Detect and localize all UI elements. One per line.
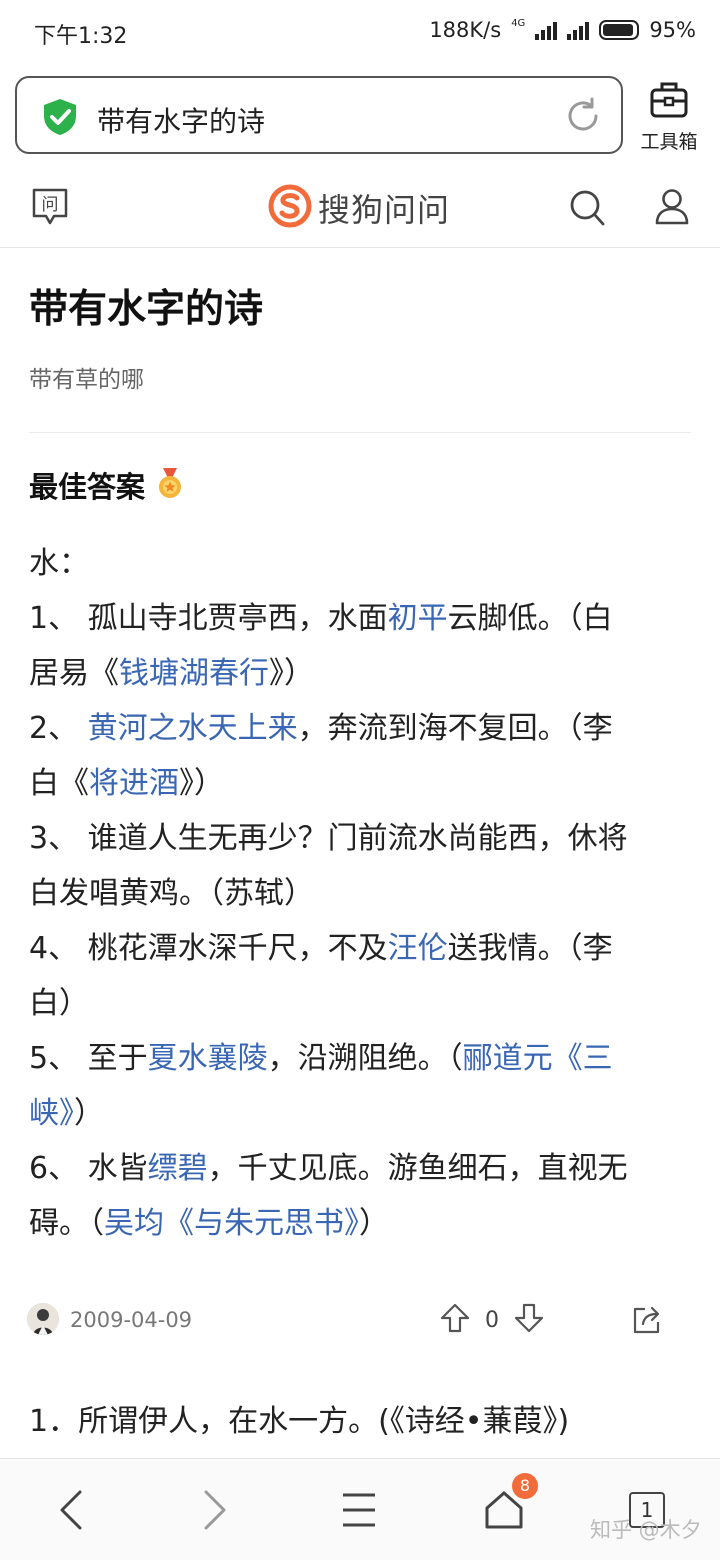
answer-line: 4、 桃花潭水深千尺，不及汪伦送我情。（李 — [29, 921, 691, 976]
svg-text:问: 问 — [42, 195, 59, 215]
question-title: 带有水字的诗 — [29, 287, 264, 332]
bottom-nav: 8 1 — [0, 1458, 720, 1560]
divider — [29, 432, 691, 433]
medal-icon — [155, 466, 185, 504]
answer-link[interactable]: 钱塘湖春行 — [119, 656, 269, 691]
answer-text: ，奔流到海不复回。（李 — [297, 711, 613, 746]
answer-link[interactable]: 缥碧 — [148, 1151, 208, 1186]
best-answer-label: 最佳答案 — [29, 470, 146, 504]
answer-text: 送我情。（李 — [447, 931, 613, 966]
menu-icon[interactable] — [340, 1489, 378, 1535]
answer-link[interactable]: 初平 — [388, 601, 448, 636]
answer-line: 居易《钱塘湖春行》） — [29, 646, 691, 701]
answer-line: 5、 至于夏水襄陵，沿溯阻绝。（郦道元《三 — [29, 1031, 691, 1086]
battery-icon — [599, 20, 640, 40]
status-bar: 下午1:32 188K/s 4G 95% — [0, 0, 720, 64]
site-header: 问 搜狗问问 — [0, 166, 720, 248]
forward-icon[interactable] — [200, 1489, 230, 1535]
best-answer-heading: 最佳答案 — [29, 464, 185, 506]
answer-text: 居易《 — [29, 656, 119, 691]
logo-text: 搜狗问问 — [318, 191, 451, 229]
answer-link[interactable]: 吴均《与朱元思书》 — [104, 1206, 359, 1241]
answer-text: ） — [359, 1206, 389, 1241]
toolbox-label: 工具箱 — [640, 131, 698, 153]
answer-intro: 水： — [29, 546, 89, 581]
answer-line: 3、 谁道人生无再少？门前流水尚能西，休将 — [29, 811, 691, 866]
home-badge: 8 — [512, 1473, 538, 1499]
answer-link[interactable]: 汪伦 — [388, 931, 448, 966]
answer-text: 白） — [29, 986, 89, 1021]
downvote-icon[interactable] — [513, 1302, 545, 1338]
answer-link[interactable]: 峡》 — [29, 1096, 74, 1131]
answer-line: 2、 黄河之水天上来，奔流到海不复回。（李 — [29, 701, 691, 756]
answer-text: 2、 — [29, 711, 88, 746]
answer-link[interactable]: 黄河之水天上来 — [88, 711, 298, 746]
shield-check-icon — [41, 97, 79, 141]
answer-link[interactable]: 将进酒 — [89, 766, 179, 801]
answer-link[interactable]: 夏水襄陵 — [148, 1041, 268, 1076]
toolbox-icon — [649, 80, 689, 124]
net-speed: 188K/s — [429, 18, 502, 42]
answer-line: 1、 孤山寺北贾亭西，水面初平云脚低。（白 — [29, 591, 691, 646]
answer-text: ，千丈见底。游鱼细石，直视无 — [207, 1151, 628, 1186]
sogou-wenwen-logo[interactable]: 搜狗问问 — [268, 184, 450, 232]
answer-text: 5、 至于 — [29, 1041, 148, 1076]
answer-meta: 2009-04-09 0 — [27, 1300, 693, 1340]
answer-line: 白发唱黄鸡。（苏轼） — [29, 866, 691, 921]
answer-text: 1、 孤山寺北贾亭西，水面 — [29, 601, 388, 636]
answer-line: 6、 水皆缥碧，千丈见底。游鱼细石，直视无 — [29, 1141, 691, 1196]
reload-icon[interactable] — [563, 96, 603, 140]
answer-text: 3、 谁道人生无再少？门前流水尚能西，休将 — [29, 821, 628, 856]
question-subtitle: 带有草的哪 — [29, 367, 144, 393]
answer-text: 4、 桃花潭水深千尺，不及 — [29, 931, 388, 966]
answer-line: 峡》） — [29, 1086, 691, 1141]
answer-text: 》） — [269, 656, 314, 691]
answer-text: ，沿溯阻绝。（ — [267, 1041, 463, 1076]
avatar[interactable] — [27, 1303, 59, 1335]
answer-lines: 1、 孤山寺北贾亭西，水面初平云脚低。（白 居易《钱塘湖春行》） 2、 黄河之水天上… — [29, 591, 691, 1251]
answer-text: 》） — [179, 766, 224, 801]
answer-text: ） — [74, 1096, 104, 1131]
signal-icon-2 — [567, 20, 590, 40]
address-bar[interactable]: 带有水字的诗 — [15, 76, 623, 154]
upvote-icon[interactable] — [439, 1302, 471, 1338]
back-icon[interactable] — [56, 1489, 86, 1535]
best-answer-body: 水： 1、 孤山寺北贾亭西，水面初平云脚低。（白 居易《钱塘湖春行》） 2、 黄河之… — [29, 536, 691, 1251]
answer-line: 白） — [29, 976, 691, 1031]
toolbox-button[interactable]: 工具箱 — [636, 80, 702, 153]
address-query[interactable]: 带有水字的诗 — [97, 100, 265, 140]
answer-text: 白《 — [29, 766, 89, 801]
status-indicators: 188K/s 4G 95% — [429, 18, 696, 42]
watermark: 知乎 @木夕 — [590, 1518, 702, 1542]
vote-controls: 0 — [439, 1302, 545, 1338]
answer-text: 白发唱黄鸡。（苏轼） — [29, 876, 314, 911]
signal-icon — [535, 20, 558, 40]
answer-line: 白《将进酒》） — [29, 756, 691, 811]
net-type-label: 4G — [511, 18, 526, 29]
share-icon[interactable] — [631, 1304, 663, 1340]
answer-line: 碍。（吴均《与朱元思书》） — [29, 1196, 691, 1251]
vote-count: 0 — [485, 1307, 499, 1333]
user-icon[interactable] — [654, 188, 690, 230]
next-answer-text[interactable]: 1．所谓伊人，在水一方。(《诗经•蒹葭》) — [29, 1396, 569, 1440]
answer-date: 2009-04-09 — [70, 1308, 193, 1332]
question-icon[interactable]: 问 — [30, 186, 70, 232]
answer-text: 6、 水皆 — [29, 1151, 148, 1186]
status-time: 下午1:32 — [34, 24, 128, 49]
answer-text: 云脚低。（白 — [447, 601, 613, 636]
answer-link[interactable]: 郦道元《三 — [463, 1041, 613, 1076]
search-icon[interactable] — [568, 188, 606, 232]
battery-level: 95% — [649, 18, 696, 42]
sogou-logo-icon — [268, 184, 312, 232]
answer-text: 碍。（ — [29, 1206, 104, 1241]
